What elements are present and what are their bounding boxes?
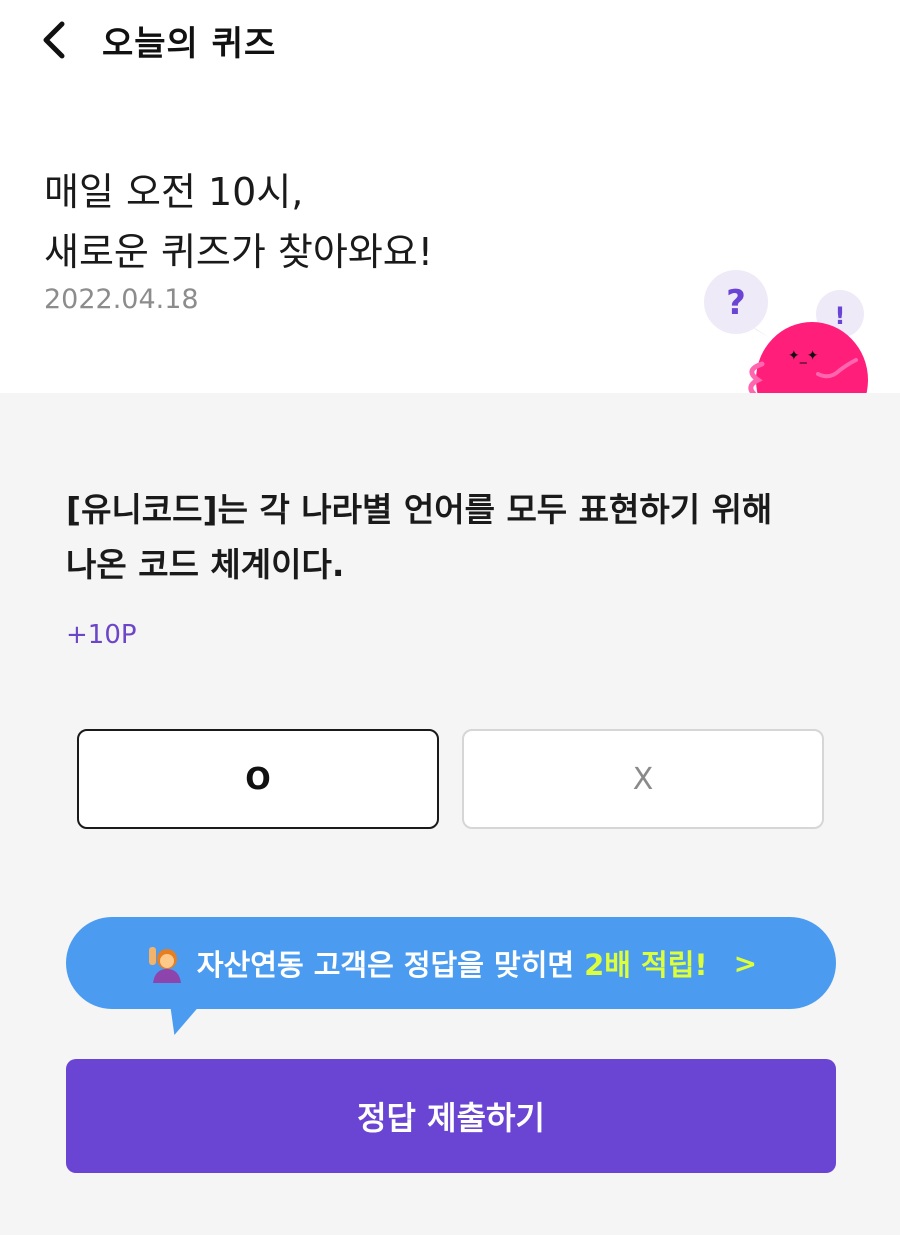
hero-line-2: 새로운 퀴즈가 찾아와요!: [44, 230, 433, 274]
banner-highlight: 2배 적립!: [584, 948, 708, 982]
svg-text:✦_✦: ✦_✦: [788, 348, 819, 364]
answer-x-label: X: [632, 761, 654, 797]
answer-o-label: O: [245, 761, 271, 797]
submit-label: 정답 제출하기: [357, 1099, 545, 1137]
page-title: 오늘의 퀴즈: [102, 24, 277, 64]
quiz-question: [유니코드]는 각 나라별 언어를 모두 표현하기 위해 나온 코드 체계이다.: [66, 482, 856, 592]
mascot-exclamation: !: [835, 302, 846, 330]
hero-heading: 매일 오전 10시, 새로운 퀴즈가 찾아와요!: [44, 162, 433, 282]
mascot-question-mark: ?: [726, 283, 746, 323]
person-raising-hand-icon: [148, 947, 181, 983]
submit-answer-button[interactable]: 정답 제출하기: [66, 1059, 836, 1173]
chevron-right-icon: >: [733, 946, 758, 980]
double-reward-banner[interactable]: 자산연동 고객은 정답을 맞히면 2배 적립! >: [66, 917, 836, 1035]
top-bar: 오늘의 퀴즈: [0, 0, 900, 80]
quiz-date: 2022.04.18: [44, 284, 199, 315]
answer-x-button[interactable]: X: [462, 729, 824, 829]
quiz-question-line-1: [유니코드]는 각 나라별 언어를 모두 표현하기 위해: [66, 490, 773, 529]
banner-text: 자산연동 고객은 정답을 맞히면: [196, 948, 575, 982]
quiz-mascot-illustration: ? ! ✦_✦: [704, 270, 868, 394]
answer-o-button[interactable]: O: [77, 729, 439, 829]
reward-points: +10P: [66, 620, 137, 650]
back-button[interactable]: [36, 18, 76, 62]
hero-line-1: 매일 오전 10시,: [44, 170, 304, 214]
chevron-left-icon: [43, 21, 65, 59]
quiz-question-line-2: 나온 코드 체계이다.: [66, 545, 345, 584]
